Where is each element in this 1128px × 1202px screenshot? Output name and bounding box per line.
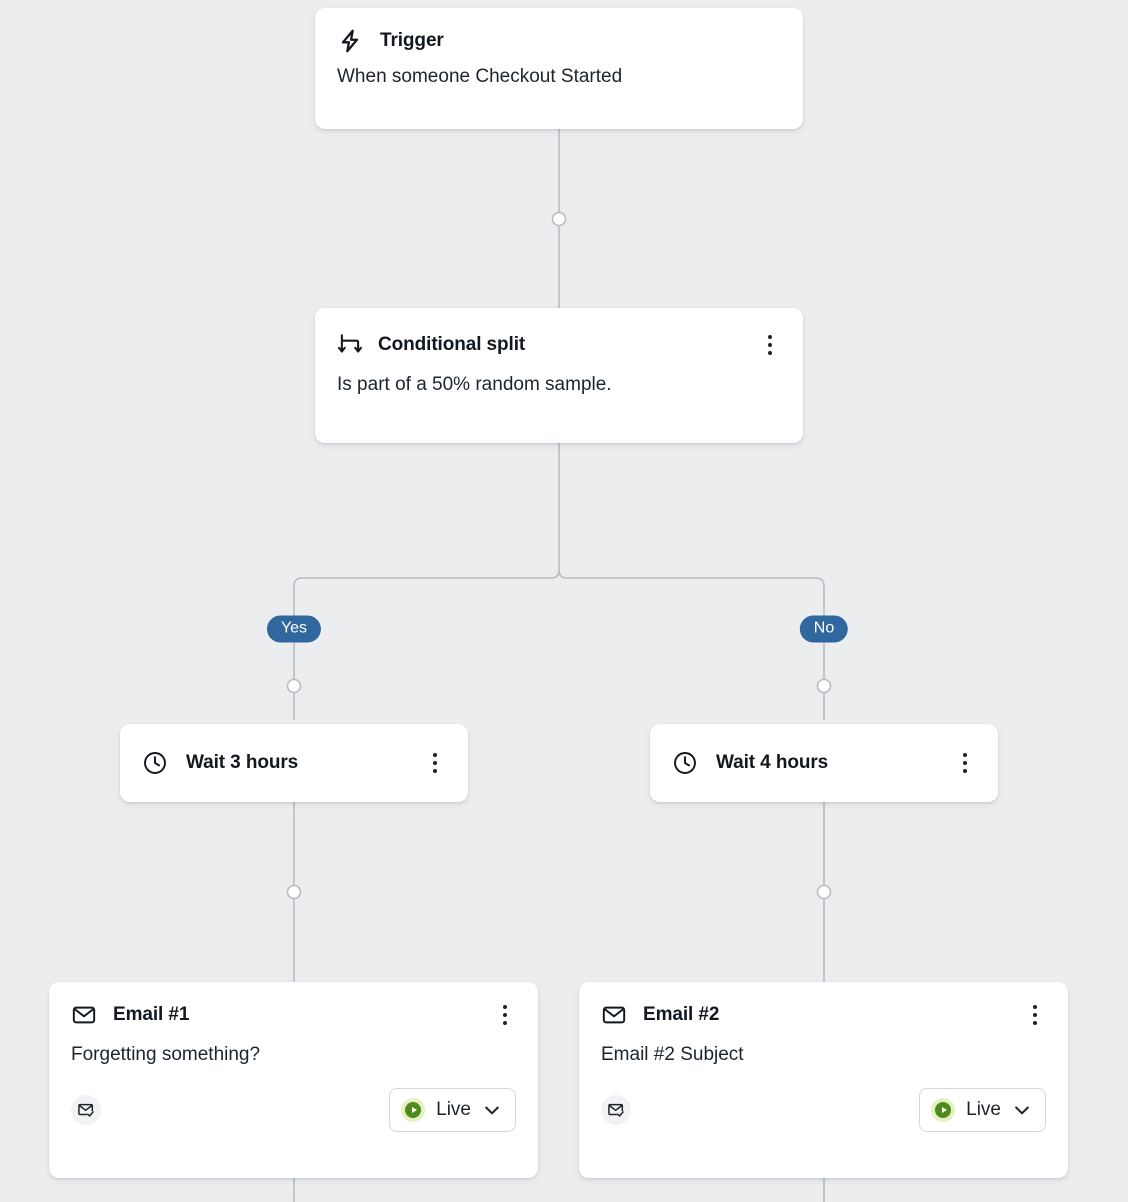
trigger-card-body: When someone Checkout Started (337, 66, 623, 87)
conditional-split-body: Is part of a 50% random sample. (337, 374, 612, 395)
wait-card-yes-inner: Wait 3 hours (142, 750, 446, 776)
email-card-2[interactable]: Email #2 Email #2 Subject Live (579, 982, 1068, 1178)
email-card-2-header: Email #2 (601, 1002, 1046, 1028)
envelope-icon (71, 1002, 97, 1028)
live-status-indicator-icon (401, 1098, 426, 1122)
trigger-card[interactable]: Trigger When someone Checkout Started (315, 8, 803, 129)
envelope-check-icon (601, 1095, 631, 1125)
wait-card-yes-kebab-menu-icon[interactable] (424, 750, 446, 776)
wait-card-no-title: Wait 4 hours (716, 752, 829, 773)
email-card-1-kebab-menu-icon[interactable] (494, 1002, 516, 1028)
connector-dot-trigger-split (551, 211, 567, 227)
flow-canvas: Trigger When someone Checkout Started Co… (0, 0, 1128, 1202)
envelope-check-icon (71, 1095, 101, 1125)
wait-card-yes-branch[interactable]: Wait 3 hours (120, 724, 468, 802)
email-card-2-status-label: Live (966, 1099, 1001, 1120)
connector-dot-yes-wait (286, 678, 302, 694)
wait-card-yes-title: Wait 3 hours (186, 752, 299, 773)
email-card-1-header: Email #1 (71, 1002, 516, 1028)
clock-icon (672, 750, 698, 776)
email-card-2-kebab-menu-icon[interactable] (1024, 1002, 1046, 1028)
chevron-down-icon (1015, 1106, 1029, 1115)
connector-dot-no-wait (816, 678, 832, 694)
email-card-1-title: Email #1 (113, 1004, 190, 1025)
live-status-indicator-icon (931, 1098, 956, 1122)
clock-icon (142, 750, 168, 776)
conditional-split-card[interactable]: Conditional split Is part of a 50% rando… (315, 308, 803, 443)
email-card-2-subject: Email #2 Subject (601, 1044, 744, 1065)
split-arrows-icon (337, 332, 363, 358)
branch-badge-no[interactable]: No (799, 615, 849, 643)
wait-card-no-kebab-menu-icon[interactable] (954, 750, 976, 776)
connector-dot-no-email (816, 884, 832, 900)
email-card-2-status-select[interactable]: Live (919, 1088, 1046, 1132)
branch-badge-yes[interactable]: Yes (266, 615, 322, 643)
connector-dot-yes-email (286, 884, 302, 900)
conditional-split-header: Conditional split (337, 332, 781, 358)
wait-card-no-branch[interactable]: Wait 4 hours (650, 724, 998, 802)
lightning-bolt-icon (337, 28, 363, 54)
wire-branch-bus (293, 569, 825, 720)
email-card-1-footer: Live (71, 1088, 516, 1132)
trigger-card-title: Trigger (380, 30, 444, 51)
email-card-1[interactable]: Email #1 Forgetting something? Live (49, 982, 538, 1178)
trigger-card-header: Trigger (337, 28, 781, 54)
envelope-icon (601, 1002, 627, 1028)
conditional-split-kebab-menu-icon[interactable] (759, 332, 781, 358)
chevron-down-icon (485, 1106, 499, 1115)
email-card-1-status-select[interactable]: Live (389, 1088, 516, 1132)
conditional-split-title: Conditional split (378, 334, 526, 355)
wait-card-no-inner: Wait 4 hours (672, 750, 976, 776)
email-card-1-status-label: Live (436, 1099, 471, 1120)
email-card-1-subject: Forgetting something? (71, 1044, 261, 1065)
email-card-2-footer: Live (601, 1088, 1046, 1132)
email-card-2-title: Email #2 (643, 1004, 720, 1025)
